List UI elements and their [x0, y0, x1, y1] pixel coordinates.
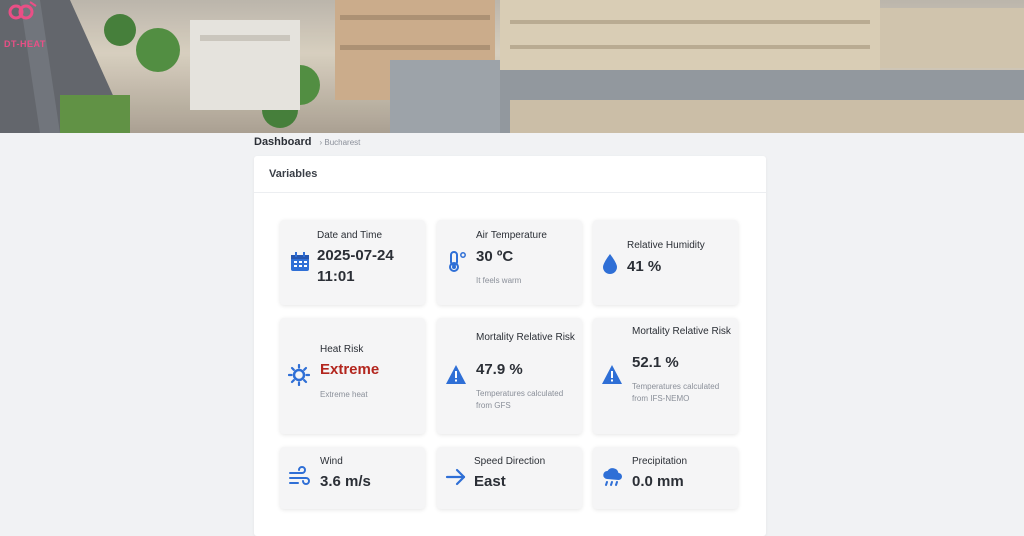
card-speed-direction-label: Speed Direction: [474, 456, 546, 467]
card-mortality-ifs: Mortality Relative Risk 52.1 % Temperatu…: [593, 318, 738, 434]
card-heat-risk-label: Heat Risk: [320, 344, 364, 355]
card-mortality-ifs-label: Mortality Relative Risk: [632, 326, 731, 337]
card-relative-humidity-value: 41 %: [627, 258, 662, 275]
card-date-time-value: 2025-07-24 11:01: [317, 247, 394, 285]
card-heat-risk-value: Extreme: [320, 361, 380, 378]
thermometer-icon: [449, 251, 466, 272]
card-mortality-gfs-value: 47.9 %: [476, 361, 523, 378]
card-mortality-gfs-note: Temperatures calculated from GFS: [476, 389, 564, 410]
card-relative-humidity: Relative Humidity 41 %: [593, 220, 738, 305]
card-date-time: Date and Time 2025-07-24 11:01: [280, 220, 425, 305]
card-air-temperature-value: 30 ºC: [476, 248, 514, 265]
city-illustration: [0, 0, 1024, 133]
card-precipitation-label: Precipitation: [632, 456, 688, 467]
card-mortality-ifs-note: Temperatures calculated from IFS-NEMO: [632, 382, 720, 403]
card-heat-risk: Heat Risk Extreme Extreme heat: [280, 318, 425, 434]
card-air-temperature-note: It feels warm: [476, 276, 522, 285]
card-speed-direction-value: East: [474, 473, 506, 490]
card-wind: Wind 3.6 m/s: [280, 447, 425, 509]
card-wind-value: 3.6 m/s: [320, 473, 371, 490]
panel-title: Variables: [254, 156, 766, 193]
card-precipitation-value: 0.0 mm: [632, 473, 684, 490]
hero-city-image: DT-HEAT: [0, 0, 1024, 133]
card-air-temperature: Air Temperature 30 ºC It feels warm: [437, 220, 582, 305]
brand-logo-icon: [8, 1, 37, 20]
card-mortality-gfs-label: Mortality Relative Risk: [476, 332, 575, 343]
wind-icon: [289, 466, 310, 485]
cloud-rain-icon: [603, 468, 622, 486]
droplet-icon: [603, 254, 617, 274]
breadcrumb-location: › Bucharest: [319, 138, 361, 147]
card-speed-direction: Speed Direction East: [437, 447, 582, 509]
brand-logo-text: DT-HEAT: [4, 39, 46, 49]
variables-panel: Variables Date and Time 2025-07-24 11:01…: [254, 156, 766, 536]
warning-icon: [602, 365, 622, 384]
sun-icon: [288, 364, 310, 386]
card-date-time-label: Date and Time: [317, 230, 383, 241]
card-mortality-ifs-value: 52.1 %: [632, 354, 679, 371]
card-wind-label: Wind: [320, 456, 343, 467]
card-precipitation: Precipitation 0.0 mm: [593, 447, 738, 509]
calendar-icon: [291, 252, 309, 271]
arrow-right-icon: [445, 468, 466, 486]
breadcrumb: Dashboard › Bucharest: [254, 136, 360, 148]
card-mortality-gfs: Mortality Relative Risk 47.9 % Temperatu…: [437, 318, 582, 434]
card-air-temperature-label: Air Temperature: [476, 230, 547, 241]
breadcrumb-dashboard[interactable]: Dashboard: [254, 136, 311, 148]
warning-icon: [446, 365, 466, 384]
card-heat-risk-note: Extreme heat: [320, 390, 368, 399]
card-relative-humidity-label: Relative Humidity: [627, 240, 705, 251]
